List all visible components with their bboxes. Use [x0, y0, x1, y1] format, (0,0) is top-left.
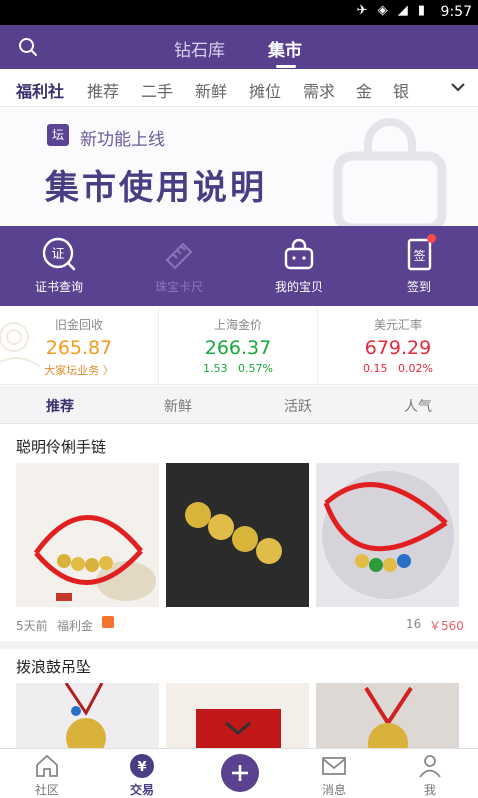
tab-messages-label: 消息	[321, 783, 346, 797]
tab-me-label: 我	[423, 783, 436, 797]
chevron-down-icon[interactable]	[450, 81, 466, 93]
tab-messages[interactable]: 消息	[304, 752, 364, 798]
my-items-button[interactable]: 我的宝贝	[254, 236, 344, 295]
usd-rate-value: 679.29	[364, 337, 432, 359]
product-image[interactable]	[316, 463, 459, 607]
shanghai-gold-value: 266.37	[204, 337, 272, 359]
search-icon[interactable]	[18, 37, 38, 57]
certificate-query-label: 证书查询	[34, 280, 83, 294]
active-tab-indicator	[276, 65, 296, 68]
svg-text:¥: ¥	[137, 760, 146, 775]
certificate-icon: 证	[42, 237, 76, 271]
usd-rate-label: 美元汇率	[373, 318, 422, 332]
yen-icon: ¥	[130, 754, 154, 778]
sign-in-button[interactable]: 签 签到	[374, 234, 464, 295]
tab-market[interactable]: 集市	[268, 36, 302, 68]
product-image[interactable]	[316, 683, 459, 748]
usd-rate-change: 0.15	[363, 362, 388, 375]
bag-icon	[284, 238, 314, 270]
tab-active[interactable]: 活跃	[284, 396, 312, 416]
tab-fresh[interactable]: 新鲜	[164, 396, 192, 416]
post-title[interactable]: 聪明伶俐手链	[16, 436, 106, 457]
shanghai-gold-price-cell[interactable]: 上海金价 266.37 1.53 0.57%	[159, 307, 318, 385]
top-header: 钻石库 集市	[0, 25, 478, 69]
category-gold[interactable]: 金	[356, 78, 372, 102]
banner-badge: 坛	[47, 124, 69, 146]
home-icon	[36, 754, 58, 777]
status-bar: ✈ ◈ ◢ ▮ 9:57	[0, 0, 478, 25]
action-bar: 证 证书查询 珠宝卡尺 我的宝贝 签 签到	[0, 226, 478, 306]
my-items-label: 我的宝贝	[274, 280, 323, 294]
category-fresh[interactable]: 新鲜	[195, 78, 227, 102]
banner-subtitle: 新功能上线	[80, 130, 165, 150]
post-time: 5天前	[16, 619, 48, 633]
old-gold-recycle-cell[interactable]: 旧金回收 265.87 大家坛业务 〉	[0, 307, 159, 385]
product-image[interactable]	[166, 683, 309, 748]
status-time: 9:57	[440, 4, 472, 20]
product-image[interactable]	[16, 683, 159, 748]
promo-banner[interactable]: 坛 新功能上线 集市使用说明	[0, 108, 478, 226]
ruler-icon	[165, 242, 193, 270]
category-demand[interactable]: 需求	[303, 78, 335, 102]
user-icon	[419, 755, 441, 778]
category-recommend[interactable]: 推荐	[87, 78, 119, 102]
tab-community-label: 社区	[34, 783, 59, 797]
tab-diamond-library[interactable]: 钻石库	[174, 36, 225, 61]
tab-trade-label: 交易	[129, 783, 154, 797]
banner-title: 集市使用说明	[45, 168, 267, 208]
tab-community[interactable]: 社区	[17, 752, 77, 798]
product-image[interactable]	[16, 463, 159, 607]
shopping-bag-icon	[333, 118, 447, 226]
feed-tabs: 推荐 新鲜 活跃 人气	[0, 386, 478, 424]
usd-rate-cell[interactable]: 美元汇率 679.29 0.15 0.02%	[318, 307, 478, 385]
mail-icon	[322, 757, 346, 775]
sign-in-label: 签到	[406, 280, 431, 294]
product-image[interactable]	[166, 463, 309, 607]
svg-text:证: 证	[51, 247, 64, 262]
post-price: ￥560	[429, 619, 464, 633]
tab-popular[interactable]: 人气	[404, 396, 432, 416]
category-fulishe[interactable]: 福利社	[16, 78, 64, 102]
shanghai-gold-label: 上海金价	[213, 318, 262, 332]
notification-dot	[427, 234, 436, 243]
jewelry-caliper-button[interactable]: 珠宝卡尺	[134, 236, 224, 295]
divider	[0, 641, 478, 649]
shanghai-gold-change-percent: 0.57%	[238, 362, 273, 375]
post-title[interactable]: 拨浪鼓吊坠	[16, 656, 91, 677]
tab-me[interactable]: 我	[400, 752, 460, 798]
status-icons: ✈ ◈ ◢ ▮	[356, 3, 428, 18]
decorative-pattern	[0, 322, 41, 368]
category-silver[interactable]: 银	[393, 78, 409, 102]
svg-text:签: 签	[413, 248, 425, 263]
tab-trade[interactable]: ¥ 交易	[112, 752, 172, 798]
usd-rate-change-percent: 0.02%	[398, 362, 433, 375]
category-secondhand[interactable]: 二手	[141, 78, 173, 102]
shanghai-gold-change: 1.53	[203, 362, 228, 375]
certificate-query-button[interactable]: 证 证书查询	[14, 236, 104, 295]
category-bar: 福利社 推荐 二手 新鲜 摊位 需求 金 银	[0, 69, 478, 107]
price-ticker: 旧金回收 265.87 大家坛业务 〉 上海金价 266.37 1.53 0.5…	[0, 307, 478, 385]
category-stall[interactable]: 摊位	[249, 78, 281, 102]
jewelry-caliper-label: 珠宝卡尺	[154, 280, 203, 294]
view-count: 16	[406, 617, 422, 631]
post-category: 福利金	[57, 619, 94, 633]
publish-button[interactable]	[221, 754, 259, 792]
plus-icon	[232, 765, 248, 781]
tab-recommend[interactable]: 推荐	[46, 396, 74, 416]
seller-badge-icon	[102, 616, 114, 628]
